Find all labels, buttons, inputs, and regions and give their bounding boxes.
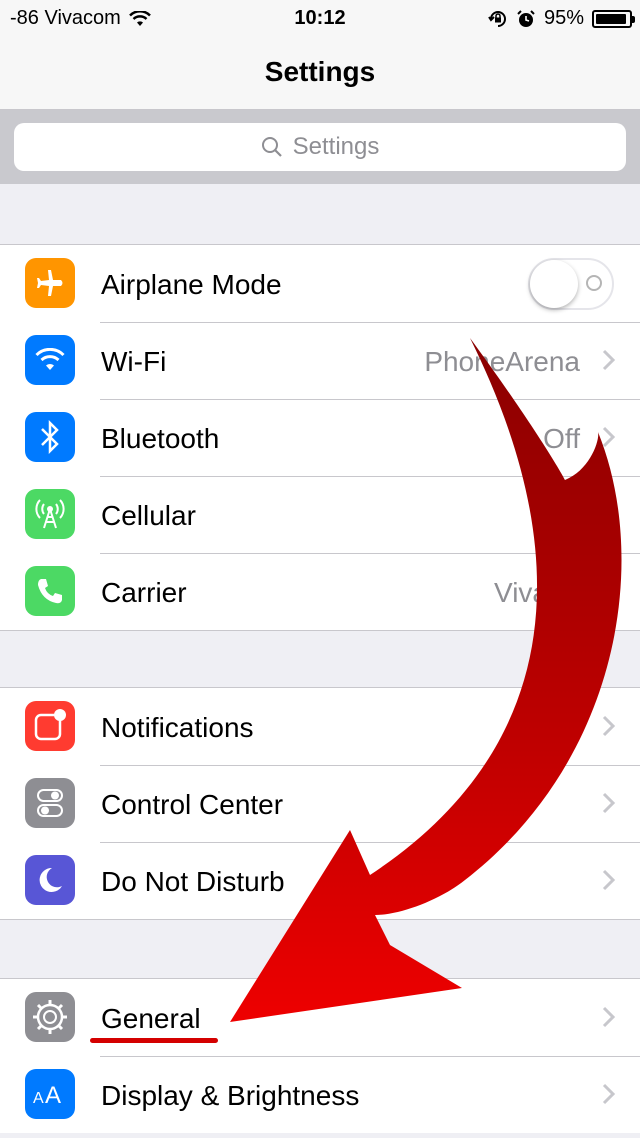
battery-percent: 95% (543, 7, 584, 29)
phone-icon (25, 566, 75, 616)
row-value: PhoneArena (424, 346, 580, 377)
chevron-right-icon (602, 792, 616, 814)
row-carrier[interactable]: Carrier Viva (0, 553, 640, 630)
svg-text:A: A (45, 1082, 61, 1107)
navigation-bar: Settings (0, 38, 640, 110)
text-size-icon: A A (25, 1069, 75, 1119)
general-underline-annotation (90, 1038, 218, 1043)
moon-icon (25, 855, 75, 905)
row-do-not-disturb[interactable]: Do Not Disturb (0, 842, 640, 919)
gear-icon (25, 992, 75, 1042)
search-icon (261, 137, 282, 157)
status-right: 95% (488, 7, 635, 30)
row-label: Airplane Mode (101, 269, 282, 300)
settings-group-general: General A A Display & Brightness (0, 978, 640, 1133)
row-value: Off (543, 423, 580, 454)
search-area: Settings (0, 110, 640, 184)
chevron-right-icon (602, 349, 616, 371)
chevron-right-icon (602, 426, 616, 448)
bluetooth-icon (25, 412, 75, 462)
toggle-off-indicator-icon (586, 275, 602, 291)
page-title: Settings (264, 56, 376, 87)
chevron-right-icon (602, 715, 616, 737)
row-label: Wi-Fi (101, 346, 167, 377)
row-label: Display & Brightness (101, 1080, 360, 1111)
notifications-icon (25, 701, 75, 751)
search-placeholder: Settings (292, 133, 380, 160)
svg-text:A: A (33, 1090, 44, 1107)
chevron-right-icon (602, 1006, 616, 1028)
row-display-brightness[interactable]: A A Display & Brightness (0, 1056, 640, 1133)
settings-group-notifications: Notifications Control Center Do Not Dist… (0, 687, 640, 920)
row-label: Notifications (101, 712, 254, 743)
row-cellular[interactable]: Cellular (0, 476, 640, 553)
battery-level (596, 13, 627, 24)
row-general[interactable]: General (0, 979, 640, 1056)
control-center-icon (25, 778, 75, 828)
search-input[interactable]: Settings (14, 123, 626, 171)
chevron-right-icon (602, 869, 616, 891)
airplane-icon (25, 258, 75, 308)
row-bluetooth[interactable]: Bluetooth Off (0, 399, 640, 476)
row-airplane-mode[interactable]: Airplane Mode (0, 245, 640, 322)
airplane-mode-toggle[interactable] (528, 258, 614, 310)
row-label: Bluetooth (101, 423, 220, 454)
battery-icon (592, 9, 635, 28)
row-wifi[interactable]: Wi-Fi PhoneArena (0, 322, 640, 399)
row-label: Control Center (101, 789, 284, 820)
cellular-antenna-icon (25, 489, 75, 539)
row-label: General (101, 1003, 201, 1034)
toggle-knob (530, 260, 578, 308)
status-bar: -86 Vivacom 10:12 95% (0, 0, 640, 38)
wifi-icon (25, 335, 75, 385)
row-control-center[interactable]: Control Center (0, 765, 640, 842)
row-label: Cellular (101, 500, 196, 531)
row-value: Viva (494, 577, 548, 608)
row-label: Carrier (101, 577, 187, 608)
row-notifications[interactable]: Notifications (0, 688, 640, 765)
alarm-icon (517, 9, 535, 27)
orientation-lock-icon (488, 10, 506, 27)
chevron-right-icon (602, 1083, 616, 1105)
settings-group-connectivity: Airplane Mode Wi-Fi PhoneArena Bluetooth… (0, 244, 640, 631)
row-label: Do Not Disturb (101, 866, 285, 897)
